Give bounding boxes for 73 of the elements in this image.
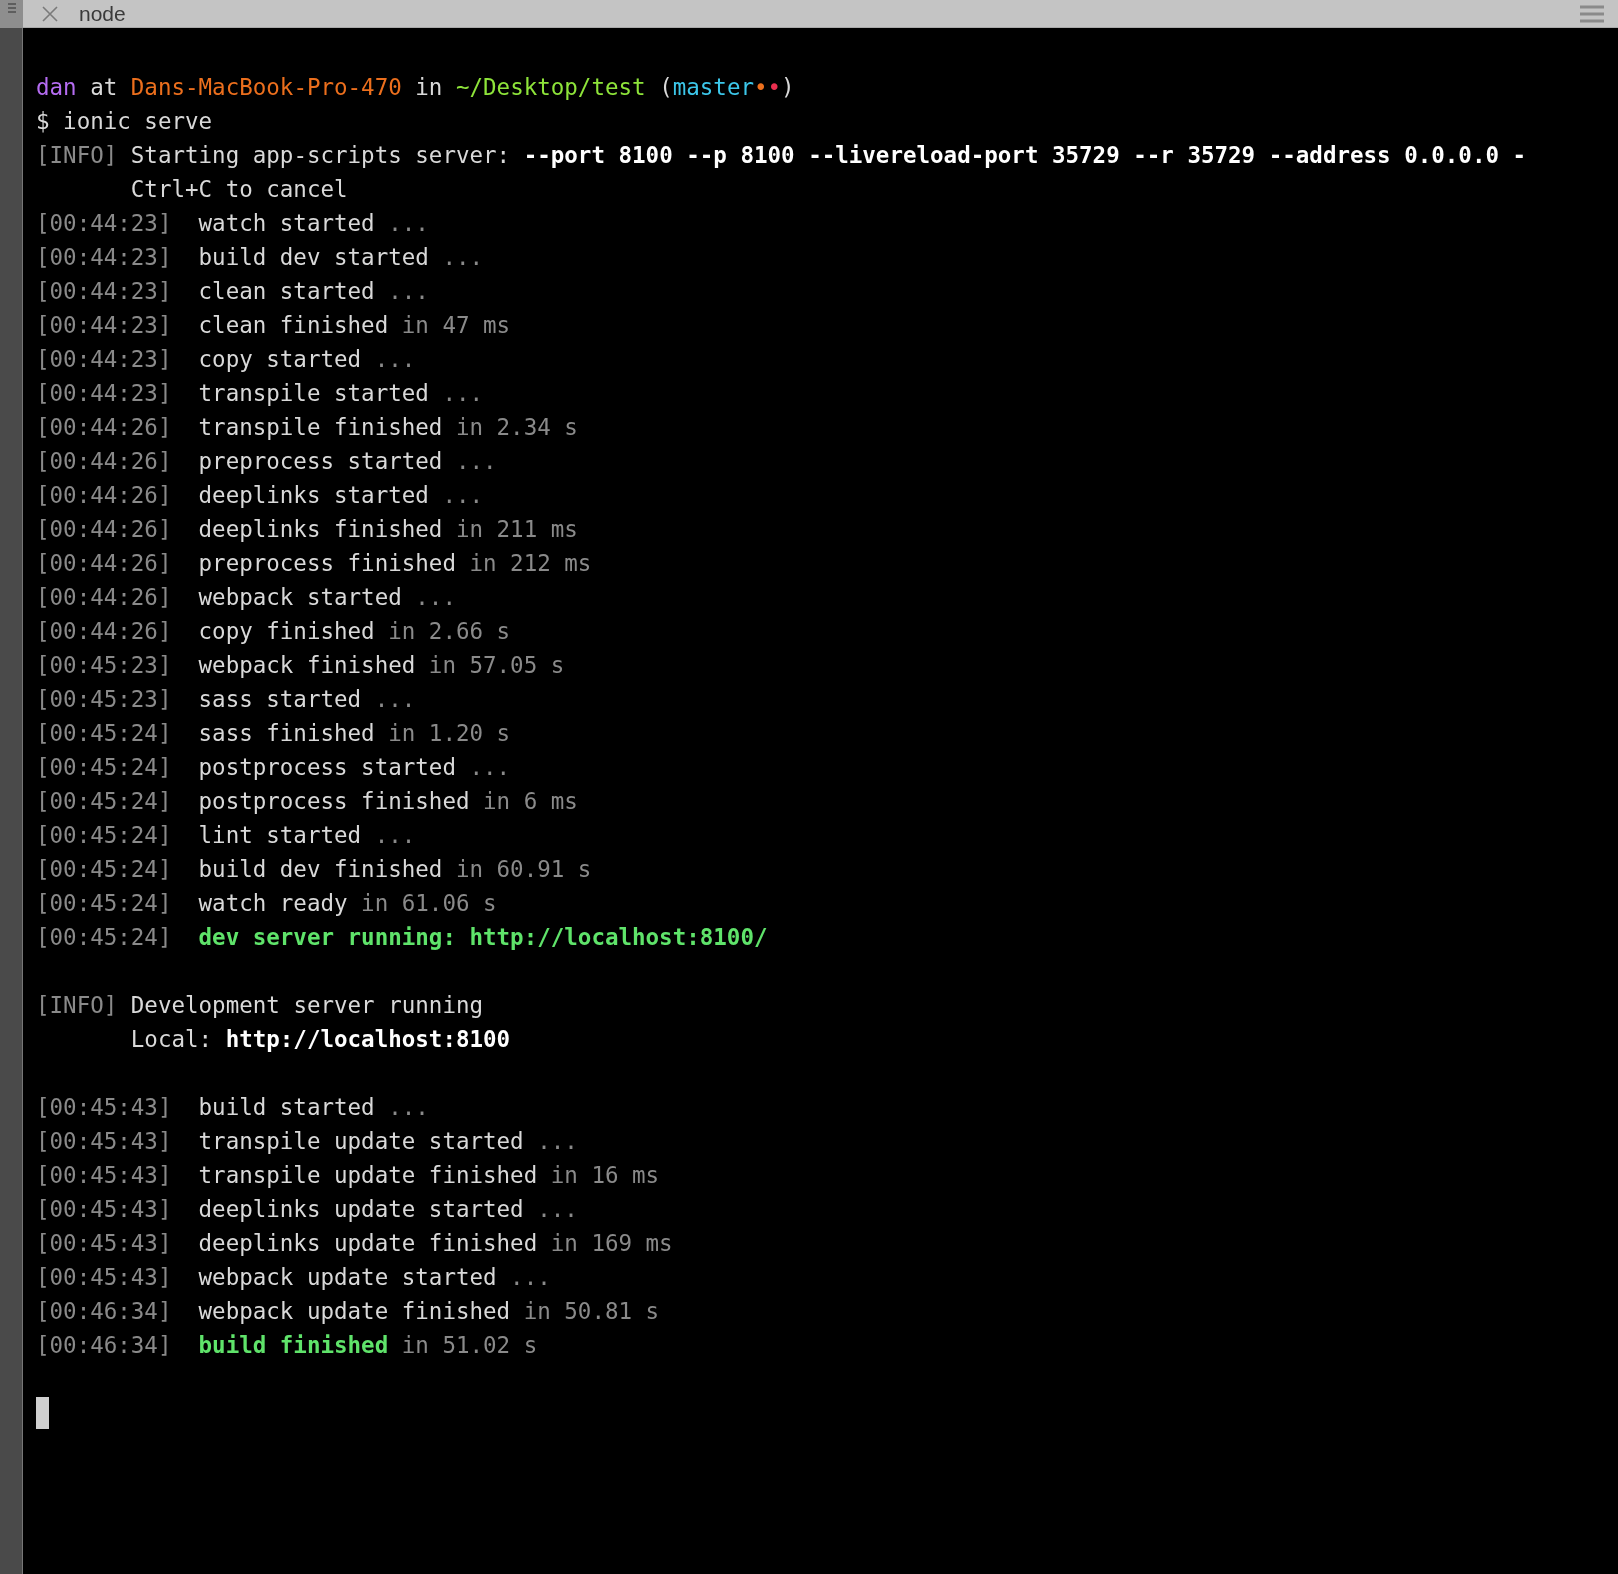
log-message: build dev started ... (198, 243, 484, 272)
log-message: copy started ... (198, 345, 416, 374)
grip-icon (7, 2, 16, 15)
log-message: preprocess started ... (198, 447, 497, 476)
log-message: build dev finished in 60.91 s (198, 855, 592, 884)
log-message: deeplinks finished in 211 ms (198, 515, 578, 544)
timestamp: [00:44:26] (36, 584, 172, 610)
timestamp: [00:46:34] (36, 1298, 172, 1324)
log-message: deeplinks update started ... (198, 1195, 578, 1224)
timestamp: [00:44:23] (36, 278, 172, 304)
timestamp: [00:44:23] (36, 244, 172, 270)
command-line: $ ionic serve (36, 107, 213, 136)
timestamp: [00:45:23] (36, 652, 172, 678)
log-message: clean finished in 47 ms (198, 311, 511, 340)
log-message: Development server running (130, 991, 484, 1020)
log-message: transpile update finished in 16 ms (198, 1161, 660, 1190)
timestamp: [00:45:24] (36, 924, 172, 950)
timestamp: [00:45:24] (36, 822, 172, 848)
log-message: watch started ... (198, 209, 429, 238)
timestamp: [00:45:43] (36, 1162, 172, 1188)
timestamp: [00:45:23] (36, 686, 172, 712)
timestamp: [00:45:43] (36, 1128, 172, 1154)
log-message: preprocess finished in 212 ms (198, 549, 592, 578)
timestamp: [00:45:43] (36, 1230, 172, 1256)
log-message: postprocess started ... (198, 753, 511, 782)
tab-title: node (79, 1, 126, 26)
log-message: clean started ... (198, 277, 429, 306)
log-message: transpile started ... (198, 379, 484, 408)
info-tag: [INFO] (36, 988, 118, 1022)
timestamp: [00:45:24] (36, 890, 172, 916)
prompt-line: dan at Dans-MacBook-Pro-470 in ~/Desktop/test (master••) (36, 73, 795, 102)
log-message: sass finished in 1.20 s (198, 719, 511, 748)
timestamp: [00:45:43] (36, 1264, 172, 1290)
log-message: postprocess finished in 6 ms (198, 787, 578, 816)
timestamp: [00:45:24] (36, 788, 172, 814)
timestamp: [00:44:26] (36, 516, 172, 542)
log-message: deeplinks started ... (198, 481, 484, 510)
log-message: transpile update started ... (198, 1127, 578, 1156)
log-message: sass started ... (198, 685, 416, 714)
timestamp: [00:44:26] (36, 482, 172, 508)
timestamp: [00:45:24] (36, 856, 172, 882)
timestamp: [00:45:43] (36, 1196, 172, 1222)
log-message: webpack finished in 57.05 s (198, 651, 565, 680)
menu-icon[interactable] (1580, 4, 1604, 23)
log-message: watch ready in 61.06 s (198, 889, 497, 918)
log-message: webpack started ... (198, 583, 456, 612)
timestamp: [00:45:24] (36, 754, 172, 780)
close-icon[interactable] (41, 4, 59, 23)
info-tag: [INFO] (36, 138, 118, 172)
timestamp: [00:44:23] (36, 312, 172, 338)
timestamp: [00:44:23] (36, 210, 172, 236)
log-message: Local: http://localhost:8100 (130, 1025, 511, 1054)
timestamp: [00:44:26] (36, 414, 172, 440)
log-message: dev server running: http://localhost:8100/ (198, 923, 768, 952)
timestamp: [00:45:24] (36, 720, 172, 746)
timestamp: [00:44:23] (36, 380, 172, 406)
log-message: deeplinks update finished in 169 ms (198, 1229, 673, 1258)
log-message: lint started ... (198, 821, 416, 850)
timestamp: [00:44:26] (36, 618, 172, 644)
timestamp: [00:45:43] (36, 1094, 172, 1120)
timestamp: [00:44:26] (36, 448, 172, 474)
log-message: webpack update finished in 50.81 s (198, 1297, 660, 1326)
log-message: Starting app-scripts server: --port 8100 --p 8100 --livereload-port 35729 --r 35729 --address 0.0.0.0 - (130, 141, 1527, 170)
timestamp: [00:44:23] (36, 346, 172, 372)
log-message: copy finished in 2.66 s (198, 617, 511, 646)
log-message: webpack update started ... (198, 1263, 551, 1292)
timestamp: [00:46:34] (36, 1332, 172, 1358)
log-message: build started ... (198, 1093, 429, 1122)
log-message: Ctrl+C to cancel (130, 175, 348, 204)
timestamp: [00:44:26] (36, 550, 172, 576)
log-message: transpile finished in 2.34 s (198, 413, 578, 442)
text-cursor (36, 1397, 49, 1429)
log-message: build finished in 51.02 s (198, 1331, 538, 1360)
